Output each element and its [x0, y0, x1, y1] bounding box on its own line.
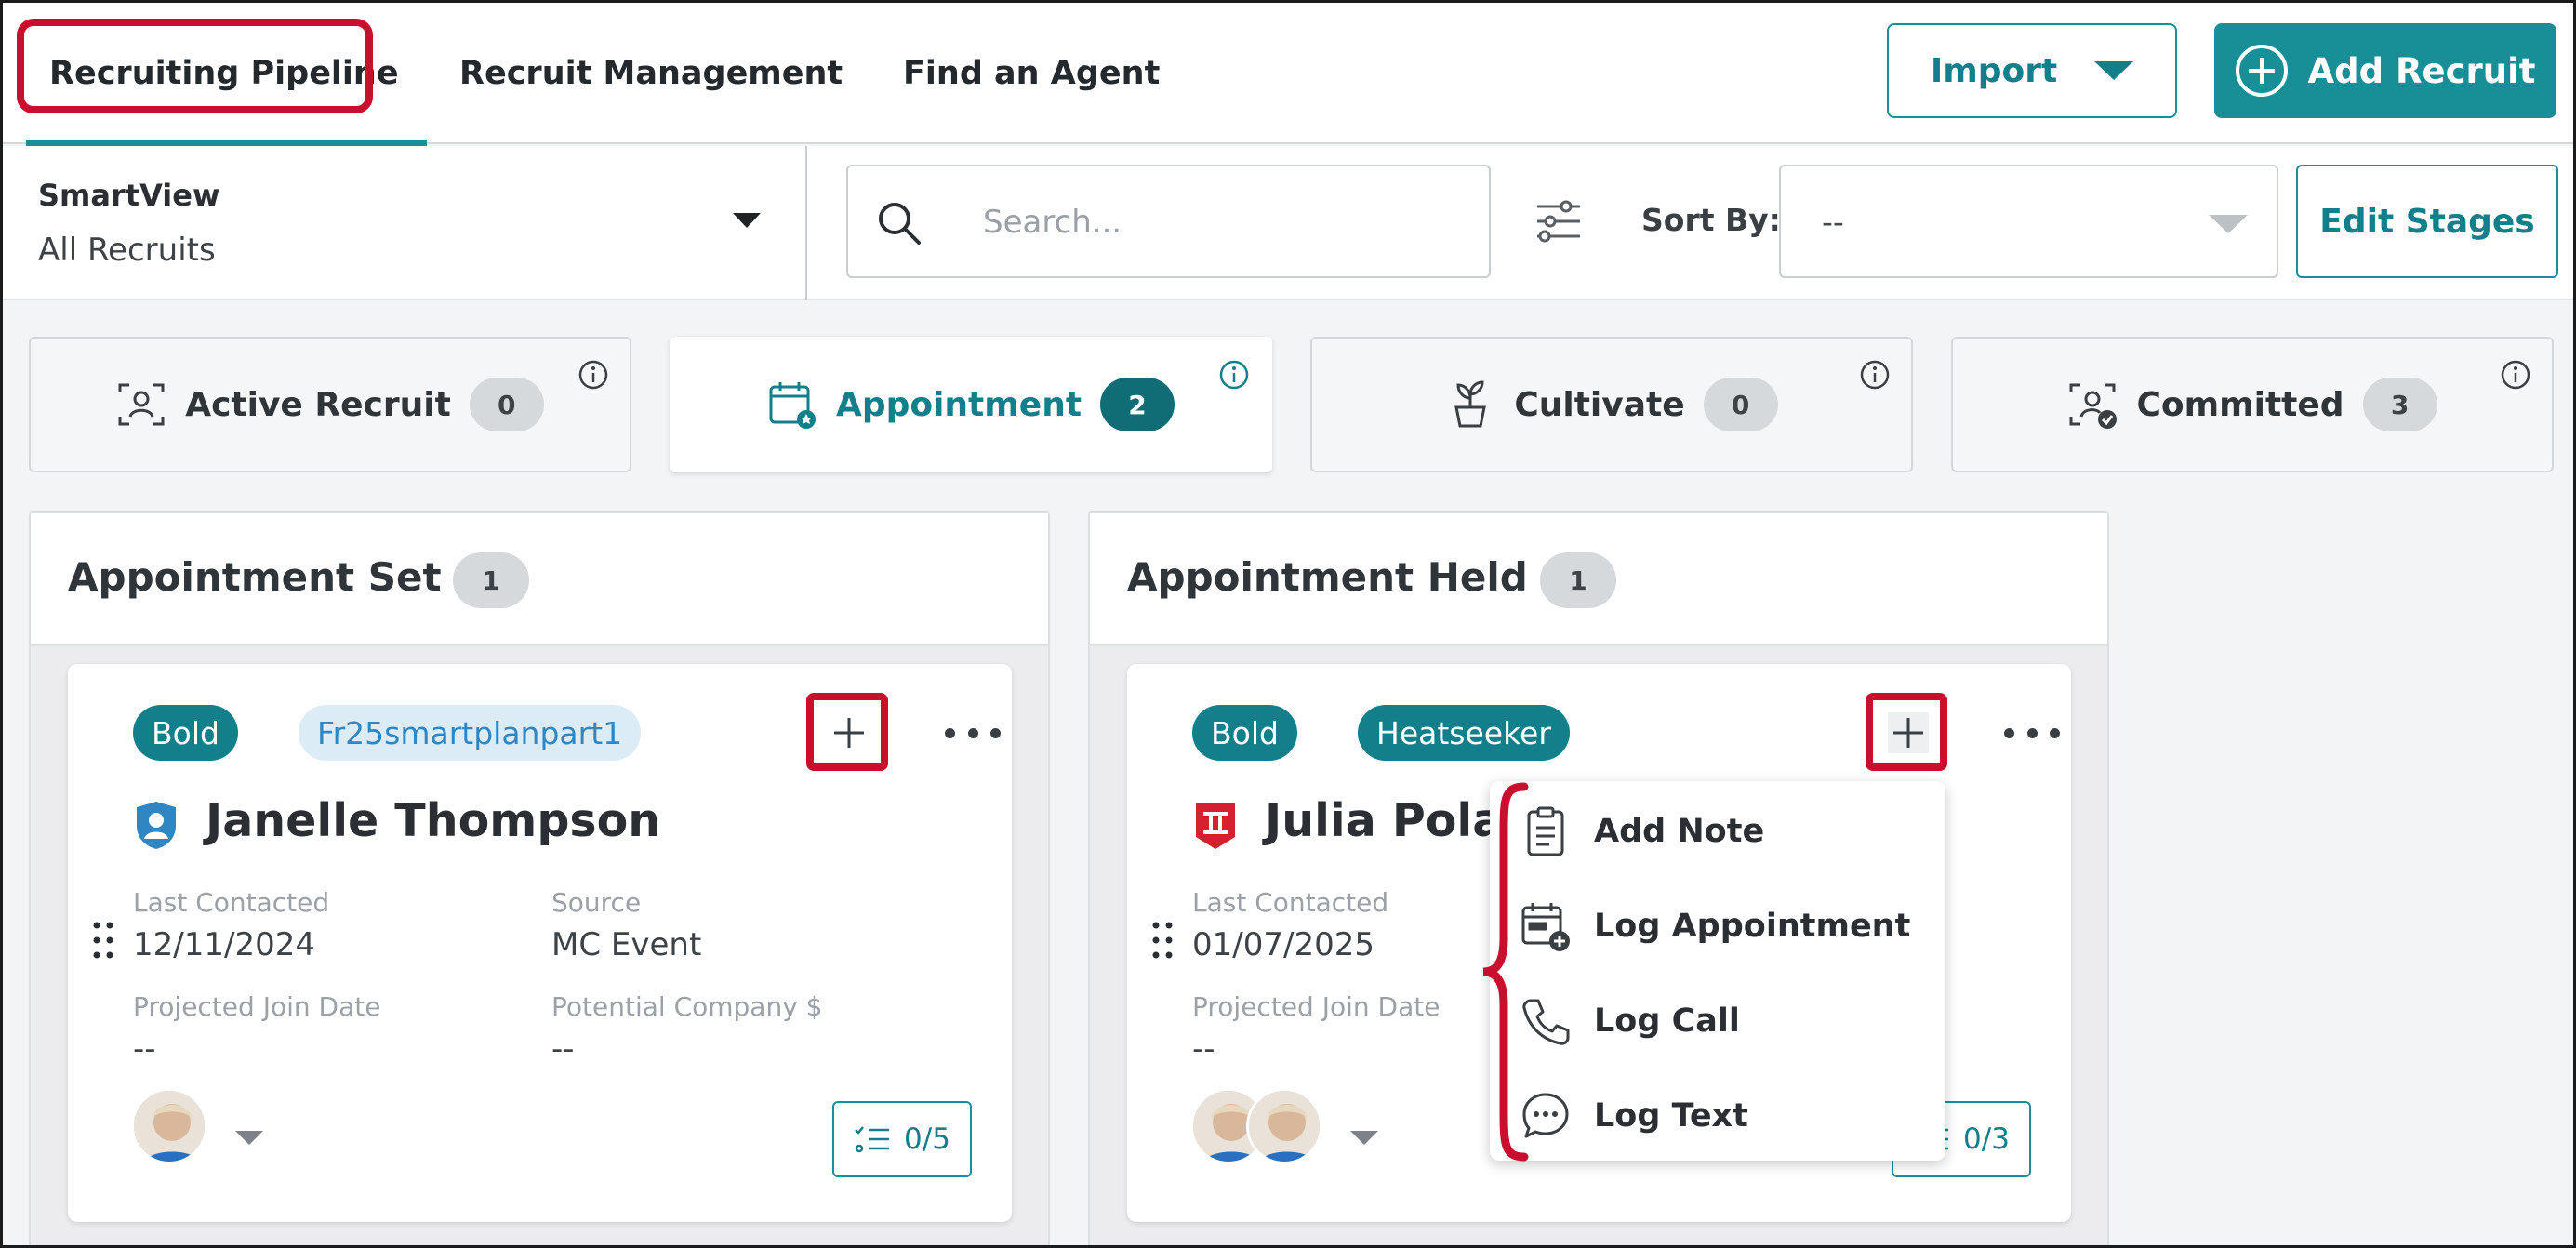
- stage-tab-appointment[interactable]: Appointment 2: [670, 337, 1272, 472]
- menu-item-label: Log Call: [1594, 1002, 1740, 1040]
- info-icon[interactable]: [2500, 359, 2531, 391]
- calendar-plus-icon: [1521, 903, 1570, 951]
- more-options-button[interactable]: [2004, 722, 2060, 744]
- tasks-count: 0/5: [904, 1122, 950, 1156]
- stage-name: Committed: [2136, 385, 2344, 424]
- field-value: MC Event: [551, 926, 702, 963]
- smartview-dropdown[interactable]: SmartView All Recruits: [3, 146, 807, 300]
- stage-name: Active Recruit: [185, 385, 451, 424]
- stage-name: Cultivate: [1514, 385, 1685, 424]
- search-box: [846, 165, 1491, 278]
- menu-item-log-call[interactable]: Log Call: [1490, 978, 1945, 1064]
- plus-circle-icon: [2235, 45, 2288, 97]
- pipeline-column-appointment-set: Appointment Set 1 Bold Fr25smartplanpart…: [29, 511, 1050, 1248]
- filter-bar: SmartView All Recruits Sort By: -- Edit …: [3, 146, 2573, 300]
- info-icon[interactable]: [578, 359, 609, 391]
- column-header: Appointment Set 1: [31, 513, 1048, 646]
- more-options-button[interactable]: [945, 722, 1001, 744]
- search-input[interactable]: [983, 194, 1467, 250]
- column-count-badge: 1: [453, 552, 529, 608]
- stage-count-badge: 0: [1703, 378, 1778, 431]
- sort-by-value: --: [1822, 204, 1844, 240]
- chat-bubble-icon: [1522, 1093, 1569, 1138]
- menu-item-log-appointment[interactable]: Log Appointment: [1490, 883, 1945, 969]
- field-label: Last Contacted: [133, 887, 330, 918]
- stage-tab-cultivate[interactable]: Cultivate 0: [1310, 337, 1913, 472]
- menu-item-log-text[interactable]: Log Text: [1490, 1073, 1945, 1159]
- chevron-down-icon: [2209, 215, 2248, 233]
- tag-campaign[interactable]: Fr25smartplanpart1: [299, 705, 642, 761]
- add-recruit-label: Add Recruit: [2307, 50, 2536, 91]
- sort-by-select[interactable]: --: [1779, 165, 2278, 278]
- column-title: Appointment Held: [1127, 554, 1528, 600]
- info-icon[interactable]: [1859, 359, 1891, 391]
- tab-recruiting-pipeline[interactable]: Recruiting Pipeline: [26, 3, 427, 146]
- chevron-down-icon[interactable]: [235, 1131, 263, 1145]
- field-label: Source: [551, 887, 642, 918]
- add-activity-button[interactable]: [829, 712, 870, 753]
- person-scan-icon: [118, 383, 165, 426]
- calendar-star-icon: [769, 382, 816, 429]
- field-label: Projected Join Date: [133, 991, 381, 1022]
- column-header: Appointment Held 1: [1090, 513, 2107, 646]
- chevron-down-icon: [2094, 61, 2134, 80]
- drag-handle-icon[interactable]: [92, 921, 114, 960]
- stage-count-badge: 0: [469, 378, 544, 431]
- field-value: 12/11/2024: [133, 926, 315, 963]
- recruit-card[interactable]: Bold Fr25smartplanpart1 Janelle Thompson…: [68, 664, 1012, 1222]
- field-label: Projected Join Date: [1192, 991, 1441, 1022]
- clipboard-icon: [1527, 806, 1564, 856]
- person-badge-icon: [137, 802, 176, 849]
- menu-item-add-note[interactable]: Add Note: [1490, 789, 1945, 874]
- sort-by-label: Sort By:: [1641, 202, 1781, 238]
- tasks-button[interactable]: 0/5: [832, 1101, 972, 1177]
- field-value: --: [133, 1030, 156, 1068]
- field-value: --: [551, 1030, 575, 1068]
- stage-tab-committed[interactable]: Committed 3: [1951, 337, 2554, 472]
- search-icon: [879, 203, 921, 245]
- tag-bold[interactable]: Bold: [1192, 705, 1297, 761]
- checklist-icon: [855, 1126, 890, 1153]
- roman-two-badge-icon: [1196, 803, 1235, 849]
- tag-bold[interactable]: Bold: [133, 705, 238, 761]
- avatar[interactable]: [131, 1088, 207, 1164]
- person-check-icon: [2069, 383, 2118, 429]
- top-navigation: Recruiting Pipeline Recruit Management F…: [3, 3, 2573, 146]
- avatar[interactable]: [1246, 1088, 1322, 1164]
- recruit-name[interactable]: Julia Polar: [1265, 794, 1525, 847]
- edit-stages-button[interactable]: Edit Stages: [2296, 165, 2558, 278]
- drag-handle-icon[interactable]: [1151, 921, 1174, 960]
- column-count-badge: 1: [1540, 552, 1616, 608]
- sprout-pot-icon: [1454, 380, 1487, 428]
- smartview-label: SmartView: [38, 178, 220, 213]
- tasks-count: 0/3: [1963, 1122, 2010, 1156]
- stage-tab-active-recruit[interactable]: Active Recruit 0: [29, 337, 631, 472]
- chevron-down-icon[interactable]: [1350, 1131, 1378, 1145]
- field-label: Last Contacted: [1192, 887, 1389, 918]
- tab-recruit-management[interactable]: Recruit Management: [459, 3, 843, 144]
- import-button[interactable]: Import: [1887, 23, 2177, 118]
- field-value: 01/07/2025: [1192, 926, 1374, 963]
- menu-item-label: Add Note: [1594, 813, 1765, 850]
- tab-find-an-agent[interactable]: Find an Agent: [903, 3, 1160, 144]
- recruit-name[interactable]: Janelle Thompson: [206, 794, 660, 847]
- filter-sliders-icon[interactable]: [1535, 200, 1582, 243]
- menu-item-label: Log Text: [1594, 1097, 1748, 1135]
- add-activity-button[interactable]: [1888, 712, 1929, 753]
- import-label: Import: [1930, 51, 2058, 90]
- add-activity-menu: Add Note Log Appointment Log Call Log Te…: [1490, 781, 1945, 1161]
- stage-name: Appointment: [835, 385, 1082, 424]
- field-label: Potential Company $: [551, 991, 823, 1022]
- chevron-down-icon: [733, 213, 761, 228]
- info-icon[interactable]: [1218, 359, 1250, 391]
- stage-count-badge: 3: [2362, 378, 2437, 431]
- column-title: Appointment Set: [68, 554, 442, 600]
- menu-item-label: Log Appointment: [1594, 908, 1911, 945]
- add-recruit-button[interactable]: Add Recruit: [2214, 23, 2556, 118]
- field-value: --: [1192, 1030, 1215, 1068]
- stage-count-badge: 2: [1100, 378, 1175, 431]
- phone-icon: [1522, 999, 1570, 1045]
- tag-heatseeker[interactable]: Heatseeker: [1358, 705, 1570, 761]
- smartview-value: All Recruits: [38, 232, 216, 269]
